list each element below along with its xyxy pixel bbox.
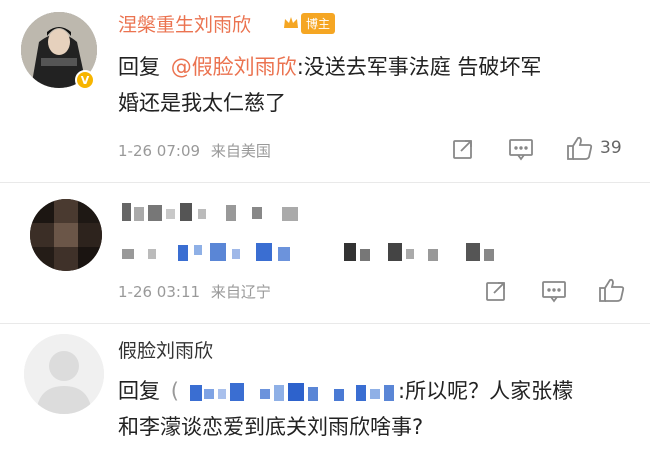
mention-link[interactable]: @假脸刘雨欣: [171, 55, 297, 79]
comment-button[interactable]: [541, 279, 567, 303]
location: 来自辽宁: [210, 283, 271, 301]
verified-badge-icon: V: [75, 70, 95, 90]
blogger-badge: 博主: [282, 12, 336, 34]
share-icon: [453, 140, 472, 159]
default-avatar-icon[interactable]: [24, 334, 104, 414]
comment-meta: 1-26 03:11 来自辽宁: [118, 281, 271, 302]
comment-meta: 1-26 07:09 来自美国: [118, 140, 271, 161]
like-icon: [599, 278, 625, 302]
reply-prefix: 回复: [118, 379, 160, 403]
timestamp: 1-26 07:09: [118, 142, 201, 160]
avatar[interactable]: [30, 199, 102, 271]
location: 来自美国: [210, 142, 271, 160]
like-icon: [567, 136, 593, 160]
like-button[interactable]: [598, 277, 626, 303]
author-name[interactable]: 假脸刘雨欣: [118, 336, 213, 363]
comment-button[interactable]: [508, 137, 534, 161]
comment-icon: [542, 281, 566, 303]
like-count: 39: [600, 138, 622, 158]
comment-text: 回复 @假脸刘雨欣:没送去军事法庭 告破坏军: [118, 50, 541, 85]
badge-label: 博主: [301, 12, 336, 34]
share-button[interactable]: [451, 137, 475, 161]
share-button[interactable]: [484, 279, 508, 303]
comment-1: V 涅槃重生刘雨欣 博主 回复 @假脸刘雨欣:没送去军事法庭 告破坏军 婚还是我…: [0, 0, 650, 182]
author-name[interactable]: 涅槃重生刘雨欣: [118, 10, 251, 37]
comment-3: 假脸刘雨欣 回复 ( :所以呢？人家张檬 和李濛谈恋爱到底关刘雨欣啥事?: [0, 324, 650, 451]
crown-icon: [282, 14, 300, 32]
like-button[interactable]: 39: [566, 135, 622, 161]
comment-text-line1: :所以呢？人家张檬: [398, 379, 574, 403]
share-icon: [486, 282, 505, 301]
comment-text-line2: 婚还是我太仁慈了: [118, 91, 286, 115]
comment-text-line2: 和李濛谈恋爱到底关刘雨欣啥事?: [118, 415, 424, 439]
comment-text-line1: :没送去军事法庭 告破坏军: [296, 55, 542, 79]
comment-text: 回复 (: [118, 374, 179, 409]
comment-2: 1-26 03:11 来自辽宁: [0, 183, 650, 323]
mention-open[interactable]: (: [171, 379, 179, 403]
author-name-redacted[interactable]: [122, 201, 322, 227]
reply-prefix: 回复: [118, 55, 160, 79]
timestamp: 1-26 03:11: [118, 283, 201, 301]
comment-icon: [509, 139, 533, 161]
mention-redacted[interactable]: [190, 381, 400, 405]
comment-text-redacted: [122, 241, 522, 267]
